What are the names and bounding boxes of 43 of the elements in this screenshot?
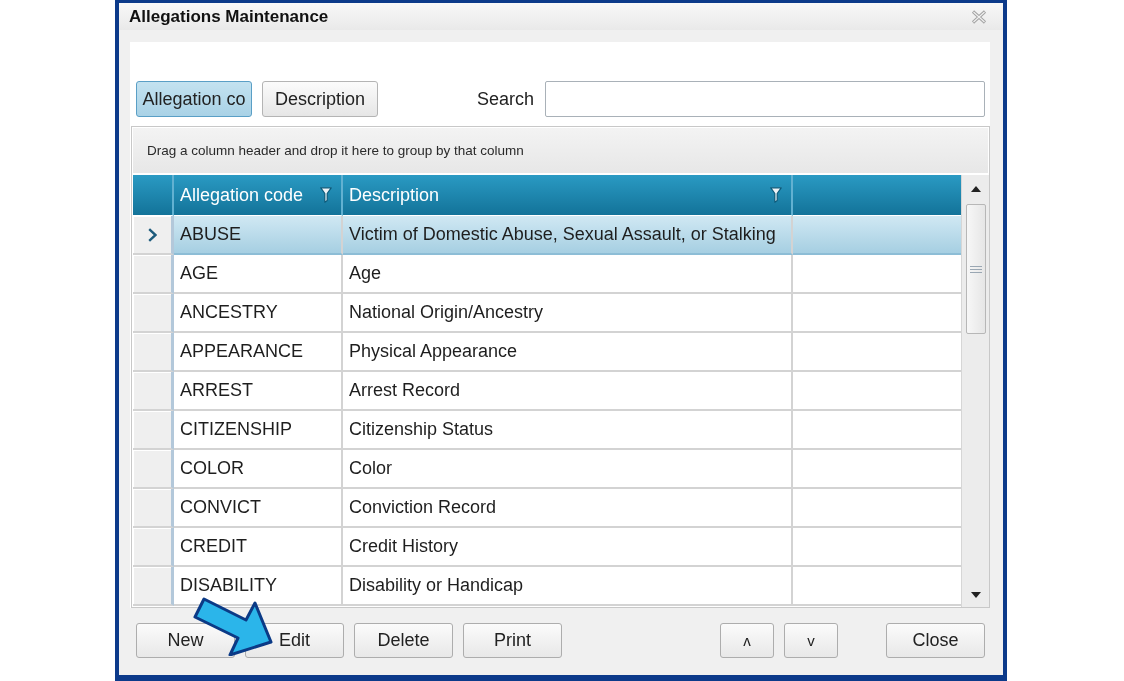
table-cell: CREDIT <box>174 528 343 567</box>
table-cell: CITIZENSHIP <box>174 411 343 450</box>
table-cell: DISABILITY <box>174 567 343 606</box>
table-cell: COLOR <box>174 450 343 489</box>
table-cell: AGE <box>174 255 343 294</box>
up-triangle-icon[interactable] <box>970 186 981 192</box>
delete-button[interactable]: Delete <box>354 623 453 658</box>
table-cell: ABUSE <box>174 216 343 255</box>
scrollbar[interactable] <box>961 175 989 607</box>
toggle-button[interactable]: Description <box>262 81 378 117</box>
table-cell: CONVICT <box>174 489 343 528</box>
search-field[interactable] <box>545 80 985 117</box>
header-corner <box>133 175 174 216</box>
move-up-button[interactable]: ʌ <box>720 623 774 658</box>
column-header[interactable]: Description <box>343 175 793 216</box>
print-button[interactable]: Print <box>463 623 562 658</box>
down-triangle-icon[interactable] <box>970 592 981 598</box>
scrollbar-thumb[interactable] <box>965 204 986 334</box>
table-cell: Citizenship Status <box>343 411 793 450</box>
group-by-hint: Drag a column header and drop it here to group by that column <box>147 143 524 158</box>
filter-icon[interactable] <box>320 187 332 203</box>
close-button[interactable]: Close <box>886 623 985 658</box>
toggle-button[interactable]: Allegation co <box>136 81 252 117</box>
table-cell: Arrest Record <box>343 372 793 411</box>
table-cell: Victim of Domestic Abuse, Sexual Assault, or Stalking <box>343 216 793 255</box>
table-cell: APPEARANCE <box>174 333 343 372</box>
filter-icon[interactable] <box>770 187 782 203</box>
move-down-button[interactable]: v <box>784 623 838 658</box>
table-cell: National Origin/Ancestry <box>343 294 793 333</box>
window-title: Allegations Maintenance <box>129 6 329 27</box>
table-cell: ANCESTRY <box>174 294 343 333</box>
table-cell: Disability or Handicap <box>343 567 793 606</box>
table-cell: Conviction Record <box>343 489 793 528</box>
chevron-right-icon <box>147 227 157 242</box>
table-cell: Age <box>343 255 793 294</box>
table-cell: Credit History <box>343 528 793 567</box>
column-header[interactable]: Allegation code <box>174 175 343 216</box>
table-cell: Color <box>343 450 793 489</box>
row-indicator[interactable] <box>133 216 174 255</box>
table-cell: Physical Appearance <box>343 333 793 372</box>
search-label: Search <box>476 88 534 110</box>
close-icon[interactable] <box>971 9 987 24</box>
table-cell: ARREST <box>174 372 343 411</box>
